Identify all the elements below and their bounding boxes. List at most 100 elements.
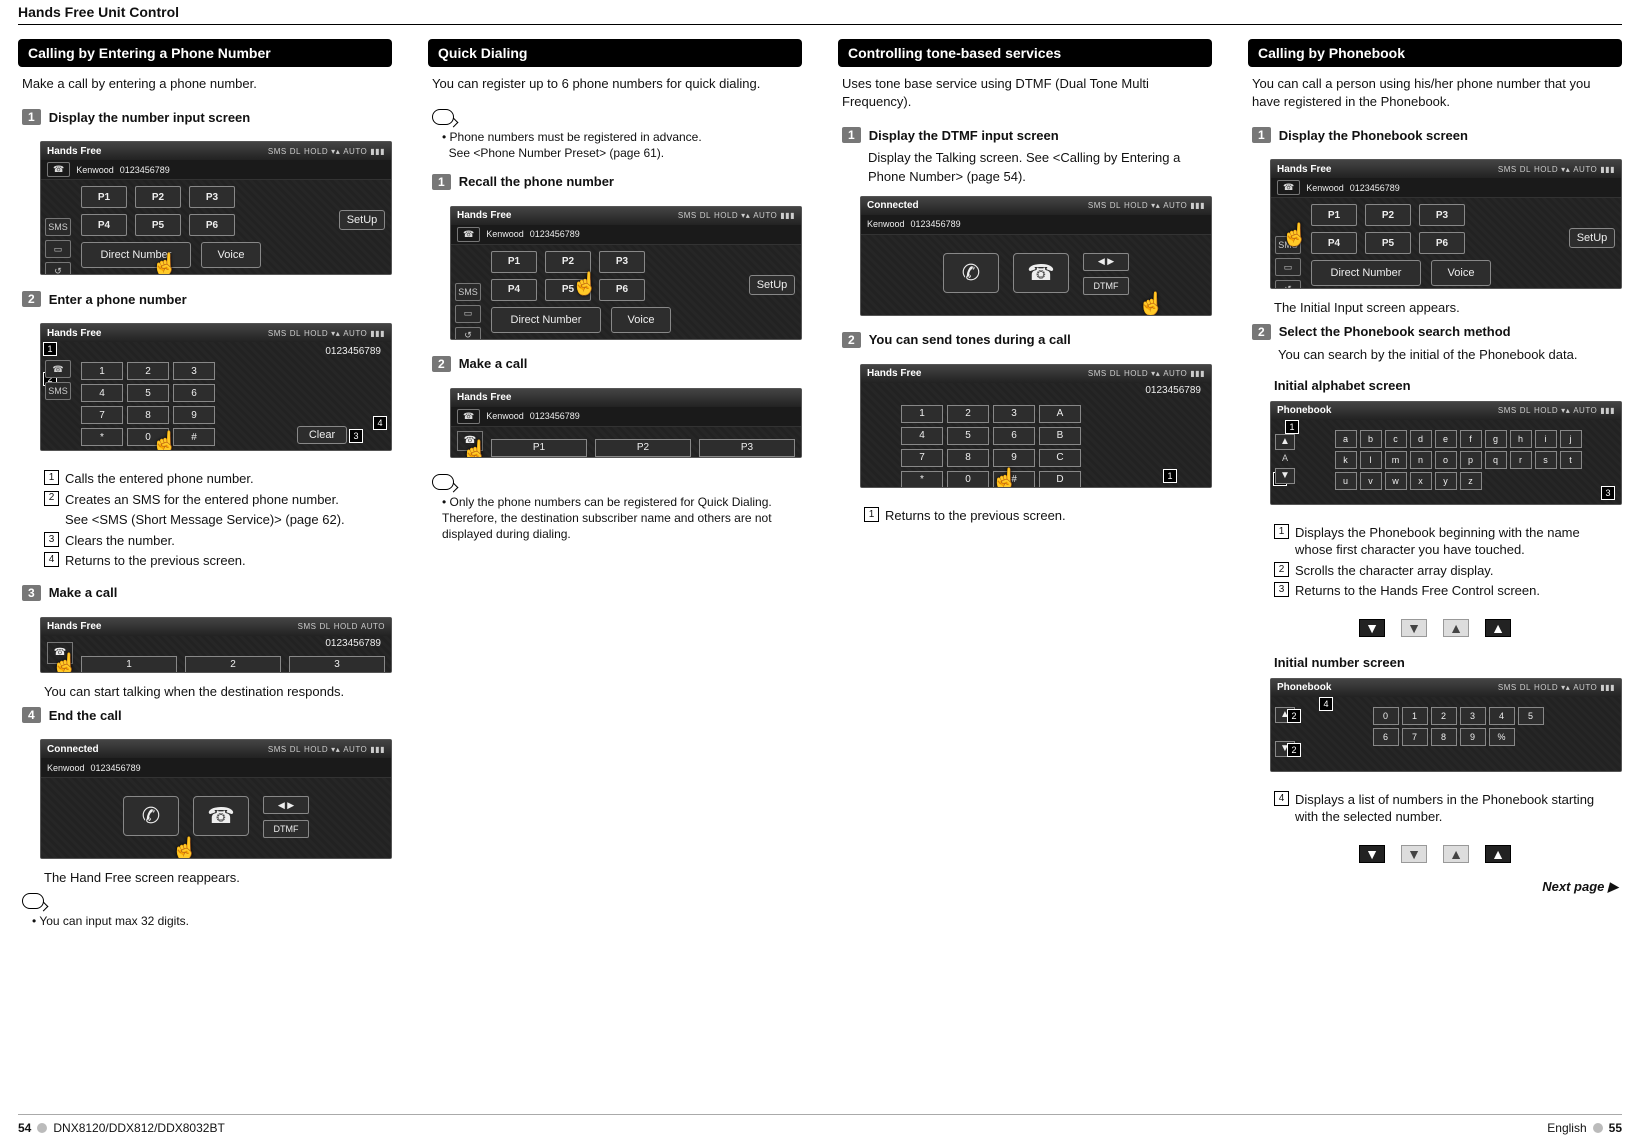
num-key-%[interactable]: % (1489, 728, 1515, 746)
preset-p3-button[interactable]: P3 (1419, 204, 1465, 226)
preset-p1-button[interactable]: P1 (491, 251, 537, 273)
key-d[interactable]: D (1039, 471, 1081, 488)
speaker-button[interactable]: ◀ ▶ (1083, 253, 1129, 271)
speaker-button[interactable]: ◀ ▶ (263, 796, 309, 814)
key-8[interactable]: 8 (127, 406, 169, 424)
alpha-key-b[interactable]: b (1360, 430, 1382, 448)
key-6[interactable]: 6 (993, 427, 1035, 445)
num-key-8[interactable]: 8 (1431, 728, 1457, 746)
book-icon[interactable]: ▭ (455, 305, 481, 323)
key-8[interactable]: 8 (947, 449, 989, 467)
dtmf-button[interactable]: DTMF (263, 820, 309, 838)
redial-icon[interactable]: ↺ (455, 327, 481, 340)
preset-p2-button[interactable]: P2 (545, 251, 591, 273)
key-3[interactable]: 3 (173, 362, 215, 380)
clear-button[interactable]: Clear (297, 426, 347, 444)
alpha-key-y[interactable]: y (1435, 472, 1457, 490)
setup-button[interactable]: SetUp (1569, 228, 1615, 248)
phone-icon[interactable]: ☎ (45, 360, 71, 378)
preset-p3-button[interactable]: P3 (599, 251, 645, 273)
phone-icon[interactable]: ☎ (47, 162, 70, 177)
preset-p1-button[interactable]: P1 (1311, 204, 1357, 226)
sms-icon[interactable]: SMS (455, 283, 481, 301)
preset-p1-button[interactable]: P1 (491, 439, 587, 457)
alpha-key-r[interactable]: r (1510, 451, 1532, 469)
key-9[interactable]: 9 (993, 449, 1035, 467)
preset-p5-button[interactable]: P5 (135, 214, 181, 236)
alpha-key-g[interactable]: g (1485, 430, 1507, 448)
voice-button[interactable]: Voice (611, 307, 671, 333)
alpha-key-e[interactable]: e (1435, 430, 1457, 448)
key-star[interactable]: * (901, 471, 943, 488)
key-7[interactable]: 7 (901, 449, 943, 467)
pickup-icon[interactable]: ✆ (123, 796, 179, 836)
preset-p5-button[interactable]: P5 (1365, 232, 1411, 254)
key-3[interactable]: 3 (289, 656, 385, 673)
key-6[interactable]: 6 (173, 384, 215, 402)
key-0[interactable]: 0 (947, 471, 989, 488)
sms-icon[interactable]: SMS (45, 382, 71, 400)
book-icon[interactable]: ▭ (1275, 258, 1301, 276)
setup-button[interactable]: SetUp (749, 275, 795, 295)
scroll-up-button[interactable]: ▲ (1275, 434, 1295, 450)
key-2[interactable]: 2 (185, 656, 281, 673)
num-key-1[interactable]: 1 (1402, 707, 1428, 725)
preset-p6-button[interactable]: P6 (599, 279, 645, 301)
key-2[interactable]: 2 (947, 405, 989, 423)
direct-number-button[interactable]: Direct Number (491, 307, 601, 333)
alpha-key-n[interactable]: n (1410, 451, 1432, 469)
key-3[interactable]: 3 (993, 405, 1035, 423)
alpha-key-a[interactable]: a (1335, 430, 1357, 448)
voice-button[interactable]: Voice (201, 242, 261, 268)
key-1[interactable]: 1 (901, 405, 943, 423)
key-b[interactable]: B (1039, 427, 1081, 445)
alpha-key-f[interactable]: f (1460, 430, 1482, 448)
key-4[interactable]: 4 (81, 384, 123, 402)
alpha-key-v[interactable]: v (1360, 472, 1382, 490)
preset-p6-button[interactable]: P6 (189, 214, 235, 236)
alpha-key-i[interactable]: i (1535, 430, 1557, 448)
pickup-icon[interactable]: ✆ (943, 253, 999, 293)
key-1[interactable]: 1 (81, 362, 123, 380)
num-key-4[interactable]: 4 (1489, 707, 1515, 725)
sms-icon[interactable]: SMS (45, 218, 71, 236)
preset-p2-button[interactable]: P2 (1365, 204, 1411, 226)
key-c[interactable]: C (1039, 449, 1081, 467)
key-5[interactable]: 5 (947, 427, 989, 445)
voice-button[interactable]: Voice (1431, 260, 1491, 286)
preset-p4-button[interactable]: P4 (81, 214, 127, 236)
alpha-key-z[interactable]: z (1460, 472, 1482, 490)
alpha-key-t[interactable]: t (1560, 451, 1582, 469)
redial-icon[interactable]: ↺ (1275, 280, 1301, 289)
preset-p4-button[interactable]: P4 (1311, 232, 1357, 254)
scroll-down-button[interactable]: ▼ (1275, 468, 1295, 484)
key-star[interactable]: * (81, 428, 123, 446)
preset-p2-button[interactable]: P2 (135, 186, 181, 208)
preset-p1-button[interactable]: P1 (81, 186, 127, 208)
alpha-key-u[interactable]: u (1335, 472, 1357, 490)
dtmf-button[interactable]: DTMF (1083, 277, 1129, 295)
alpha-key-m[interactable]: m (1385, 451, 1407, 469)
num-key-9[interactable]: 9 (1460, 728, 1486, 746)
alpha-key-p[interactable]: p (1460, 451, 1482, 469)
alpha-key-j[interactable]: j (1560, 430, 1582, 448)
num-key-2[interactable]: 2 (1431, 707, 1457, 725)
alpha-key-l[interactable]: l (1360, 451, 1382, 469)
key-a[interactable]: A (1039, 405, 1081, 423)
hangup-icon[interactable]: ☎ (193, 796, 249, 836)
alpha-key-k[interactable]: k (1335, 451, 1357, 469)
num-key-7[interactable]: 7 (1402, 728, 1428, 746)
alpha-key-h[interactable]: h (1510, 430, 1532, 448)
key-hash[interactable]: # (173, 428, 215, 446)
key-7[interactable]: 7 (81, 406, 123, 424)
book-icon[interactable]: ▭ (45, 240, 71, 258)
alpha-key-s[interactable]: s (1535, 451, 1557, 469)
key-1[interactable]: 1 (81, 656, 177, 673)
setup-button[interactable]: SetUp (339, 210, 385, 230)
redial-icon[interactable]: ↺ (45, 262, 71, 275)
key-9[interactable]: 9 (173, 406, 215, 424)
key-4[interactable]: 4 (901, 427, 943, 445)
num-key-5[interactable]: 5 (1518, 707, 1544, 725)
alpha-key-x[interactable]: x (1410, 472, 1432, 490)
preset-p6-button[interactable]: P6 (1419, 232, 1465, 254)
